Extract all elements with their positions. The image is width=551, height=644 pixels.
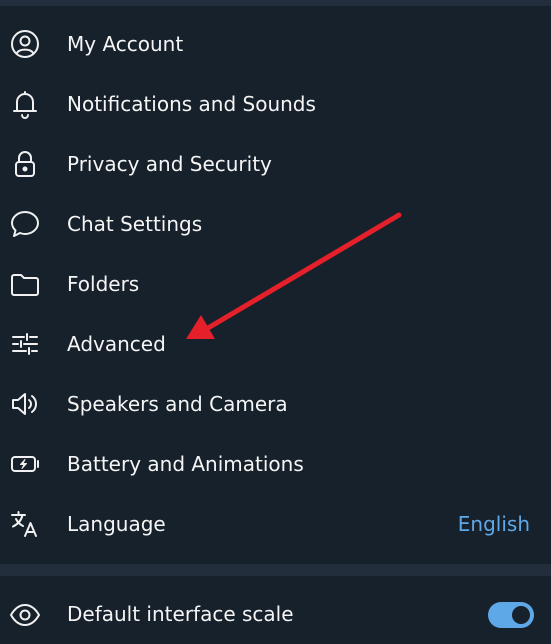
menu-item-advanced[interactable]: Advanced [0,314,551,374]
folder-icon [8,267,42,301]
menu-item-label: Chat Settings [67,212,203,236]
account-circle-icon [8,27,42,61]
menu-item-folders[interactable]: Folders [0,254,551,314]
menu-item-label: Notifications and Sounds [67,92,316,116]
lock-icon [8,147,42,181]
menu-item-label: Battery and Animations [67,452,304,476]
speaker-icon [8,387,42,421]
settings-menu: My Account Notifications and Sounds Priv… [0,6,551,564]
menu-item-label: Advanced [67,332,166,356]
menu-item-label: Language [67,512,166,536]
menu-item-chat-settings[interactable]: Chat Settings [0,194,551,254]
section-divider [0,564,551,576]
interface-scale-label: Default interface scale [67,602,294,626]
eye-icon [8,598,42,632]
menu-item-notifications[interactable]: Notifications and Sounds [0,74,551,134]
chat-bubble-icon [8,207,42,241]
menu-item-label: Speakers and Camera [67,392,288,416]
translate-icon [8,507,42,541]
menu-item-battery-animations[interactable]: Battery and Animations [0,434,551,494]
menu-item-privacy[interactable]: Privacy and Security [0,134,551,194]
menu-item-label: Folders [67,272,140,296]
interface-scale-row[interactable]: Default interface scale [0,584,551,644]
bell-icon [8,87,42,121]
language-value: English [457,512,530,536]
battery-icon [8,447,42,481]
interface-scale-toggle[interactable] [488,602,534,628]
menu-item-label: My Account [67,32,184,56]
sliders-icon [8,327,42,361]
toggle-knob [510,604,532,626]
menu-item-language[interactable]: Language English [0,494,551,554]
menu-item-label: Privacy and Security [67,152,272,176]
menu-item-my-account[interactable]: My Account [0,14,551,74]
menu-item-speakers-camera[interactable]: Speakers and Camera [0,374,551,434]
